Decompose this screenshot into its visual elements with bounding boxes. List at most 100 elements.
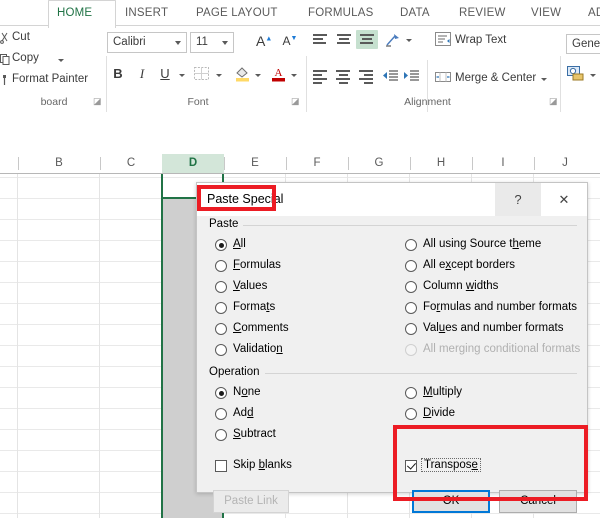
radio-formulas-and-number-formats[interactable] xyxy=(405,302,417,314)
radio-all-merging-conditional-formats xyxy=(405,344,417,356)
align-center-button[interactable] xyxy=(336,70,350,86)
annotation-title-highlight xyxy=(197,185,276,211)
column-header-h[interactable]: H xyxy=(410,154,472,173)
align-top-button[interactable] xyxy=(313,34,327,46)
font-name-arrow-icon[interactable] xyxy=(175,41,181,45)
bold-button[interactable]: B xyxy=(110,66,126,81)
group-divider xyxy=(306,56,307,118)
accounting-format-dropdown-arrow-icon[interactable] xyxy=(590,74,596,77)
accounting-format-icon[interactable] xyxy=(567,66,585,85)
decrease-indent-icon[interactable] xyxy=(383,70,398,86)
align-left-button[interactable] xyxy=(313,70,327,86)
radio-values-and-number-formats[interactable] xyxy=(405,323,417,335)
ribbon-body: Cut Copy Format Painter board ◪ Calibri … xyxy=(0,26,600,112)
align-right-button[interactable] xyxy=(359,70,373,86)
column-header-c[interactable]: C xyxy=(100,154,162,173)
font-dialog-launcher[interactable]: ◪ xyxy=(291,96,300,107)
alignment-dialog-launcher[interactable]: ◪ xyxy=(549,96,558,107)
tab-insert[interactable]: INSERT xyxy=(125,0,168,26)
borders-icon[interactable] xyxy=(194,67,209,84)
font-color-icon[interactable]: A xyxy=(271,65,286,85)
column-header-f[interactable]: F xyxy=(286,154,348,173)
header-separator xyxy=(100,157,101,170)
radio-column-widths[interactable] xyxy=(405,281,417,293)
column-header-g[interactable]: G xyxy=(348,154,410,173)
tab-review[interactable]: REVIEW xyxy=(459,0,506,26)
increase-indent-icon[interactable] xyxy=(404,70,419,86)
radio-all-using-source-theme[interactable] xyxy=(405,239,417,251)
close-button[interactable]: ✕ xyxy=(541,183,587,216)
copy-button[interactable]: Copy xyxy=(12,52,39,64)
column-header-b[interactable]: B xyxy=(18,154,100,173)
align-bottom-button[interactable] xyxy=(360,34,374,46)
operation-option-multiply-label: Multiply xyxy=(423,386,462,398)
radio-subtract[interactable] xyxy=(215,429,227,441)
paste-option-comments-label: Comments xyxy=(233,322,289,334)
merge-center-button[interactable]: Merge & Center xyxy=(455,72,536,84)
wrap-text-button[interactable]: Wrap Text xyxy=(455,34,506,46)
help-button[interactable]: ? xyxy=(495,183,541,216)
font-size-arrow-icon[interactable] xyxy=(222,41,228,45)
orientation-dropdown-arrow-icon[interactable] xyxy=(406,39,412,42)
header-bottom-border xyxy=(0,173,600,174)
format-painter-icon[interactable] xyxy=(0,74,10,86)
merge-center-icon[interactable] xyxy=(435,70,451,87)
paste-option-formulas-label: Formulas xyxy=(233,259,281,271)
selection-border-left xyxy=(161,174,163,518)
font-name-combo[interactable]: Calibri xyxy=(107,32,187,53)
wrap-text-icon[interactable] xyxy=(435,32,451,50)
merge-center-dropdown-arrow-icon[interactable] xyxy=(541,78,547,81)
radio-all-except-borders[interactable] xyxy=(405,260,417,272)
borders-dropdown-arrow-icon[interactable] xyxy=(216,74,222,77)
decrease-font-size-button[interactable]: A▼ xyxy=(282,34,298,48)
column-header-a[interactable] xyxy=(0,154,18,173)
tab-view[interactable]: VIEW xyxy=(531,0,561,26)
cut-icon[interactable] xyxy=(0,32,10,44)
header-separator xyxy=(472,157,473,170)
column-header-row: B C D E F G H I J xyxy=(0,154,600,174)
column-header-i[interactable]: I xyxy=(472,154,534,173)
radio-none[interactable] xyxy=(215,387,227,399)
column-header-j[interactable]: J xyxy=(534,154,596,173)
cut-button[interactable]: Cut xyxy=(12,31,30,43)
font-size-combo[interactable]: 11 xyxy=(190,32,234,53)
radio-add[interactable] xyxy=(215,408,227,420)
column-header-e[interactable]: E xyxy=(224,154,286,173)
tab-add-ins[interactable]: ADD-INS xyxy=(588,0,600,26)
paste-option-formulas-and-number-formats-label: Formulas and number formats xyxy=(423,301,577,313)
tab-formulas[interactable]: FORMULAS xyxy=(308,0,374,26)
gridline-h xyxy=(0,177,600,178)
column-header-d[interactable]: D xyxy=(162,154,224,173)
underline-button[interactable]: U xyxy=(157,66,173,81)
tab-page-layout[interactable]: PAGE LAYOUT xyxy=(196,0,278,26)
gridline-h xyxy=(0,513,600,514)
italic-button[interactable]: I xyxy=(134,66,150,82)
operation-option-add-label: Add xyxy=(233,407,253,419)
annotation-transpose-ok-highlight xyxy=(393,425,588,501)
radio-comments[interactable] xyxy=(215,323,227,335)
align-middle-button[interactable] xyxy=(337,34,351,46)
fill-color-dropdown-arrow-icon[interactable] xyxy=(255,74,261,77)
radio-formats[interactable] xyxy=(215,302,227,314)
header-separator xyxy=(286,157,287,170)
increase-font-size-button[interactable]: A▲ xyxy=(256,33,272,49)
radio-formulas[interactable] xyxy=(215,260,227,272)
radio-multiply[interactable] xyxy=(405,387,417,399)
font-color-dropdown-arrow-icon[interactable] xyxy=(291,74,297,77)
format-painter-button[interactable]: Format Painter xyxy=(12,73,88,85)
copy-icon[interactable] xyxy=(0,53,10,65)
radio-values[interactable] xyxy=(215,281,227,293)
radio-validation[interactable] xyxy=(215,344,227,356)
header-separator xyxy=(348,157,349,170)
checkbox-skip-blanks[interactable] xyxy=(215,460,227,472)
underline-dropdown-arrow-icon[interactable] xyxy=(179,74,185,77)
number-format-combo[interactable]: Gene xyxy=(566,34,600,54)
fill-color-icon[interactable] xyxy=(235,66,250,85)
radio-divide[interactable] xyxy=(405,408,417,420)
paste-option-column-widths-label: Column widths xyxy=(423,280,498,292)
tab-data[interactable]: DATA xyxy=(400,0,430,26)
orientation-icon[interactable] xyxy=(385,32,401,51)
radio-all[interactable] xyxy=(215,239,227,251)
header-separator xyxy=(224,157,225,170)
copy-dropdown-arrow-icon[interactable] xyxy=(58,59,64,62)
